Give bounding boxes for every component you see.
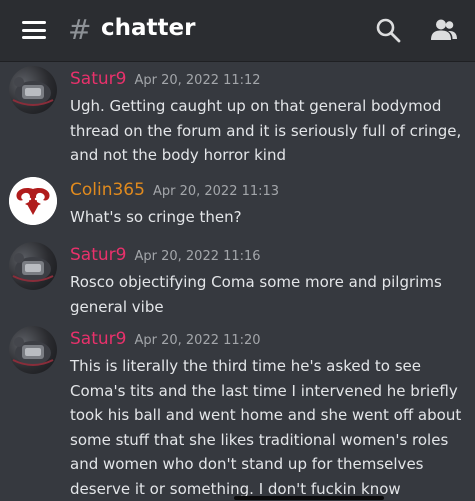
message-meta: Satur9 Apr 20, 2022 11:12: [70, 69, 261, 89]
hamburger-menu-icon[interactable]: [22, 21, 46, 39]
ram-logo-icon: [9, 177, 57, 225]
message-text: What's so cringe then?: [70, 208, 242, 226]
message-text: This is literally the third time he's as…: [70, 357, 462, 498]
channel-title: chatter: [101, 15, 196, 41]
message-timestamp: Apr 20, 2022 11:12: [134, 73, 261, 88]
author-name[interactable]: Satur9: [70, 69, 126, 89]
message-timestamp: Apr 20, 2022 11:20: [134, 333, 261, 348]
search-icon[interactable]: [375, 17, 401, 43]
avatar[interactable]: [9, 177, 57, 225]
home-indicator: [234, 496, 384, 500]
message-meta: Colin365 Apr 20, 2022 11:13: [70, 180, 279, 200]
message-timestamp: Apr 20, 2022 11:13: [152, 184, 280, 199]
author-name[interactable]: Satur9: [70, 245, 126, 265]
channel-hash-icon: #: [68, 13, 92, 46]
avatar-image: [12, 253, 54, 282]
message-text: Rosco objectifying Coma some more and pi…: [70, 273, 442, 316]
message-meta: Satur9 Apr 20, 2022 11:16: [70, 245, 261, 265]
members-icon[interactable]: [430, 16, 458, 44]
message-meta: Satur9 Apr 20, 2022 11:20: [70, 329, 261, 349]
avatar[interactable]: [9, 326, 57, 374]
avatar[interactable]: [9, 242, 57, 290]
avatar[interactable]: [9, 66, 57, 114]
avatar-image: [12, 77, 54, 106]
channel-header: # chatter: [0, 0, 475, 62]
message-text: Ugh. Getting caught up on that general b…: [70, 97, 462, 164]
message-timestamp: Apr 20, 2022 11:16: [134, 249, 261, 264]
author-name[interactable]: Satur9: [70, 329, 126, 349]
author-name[interactable]: Colin365: [70, 180, 145, 200]
avatar-image: [12, 337, 54, 366]
